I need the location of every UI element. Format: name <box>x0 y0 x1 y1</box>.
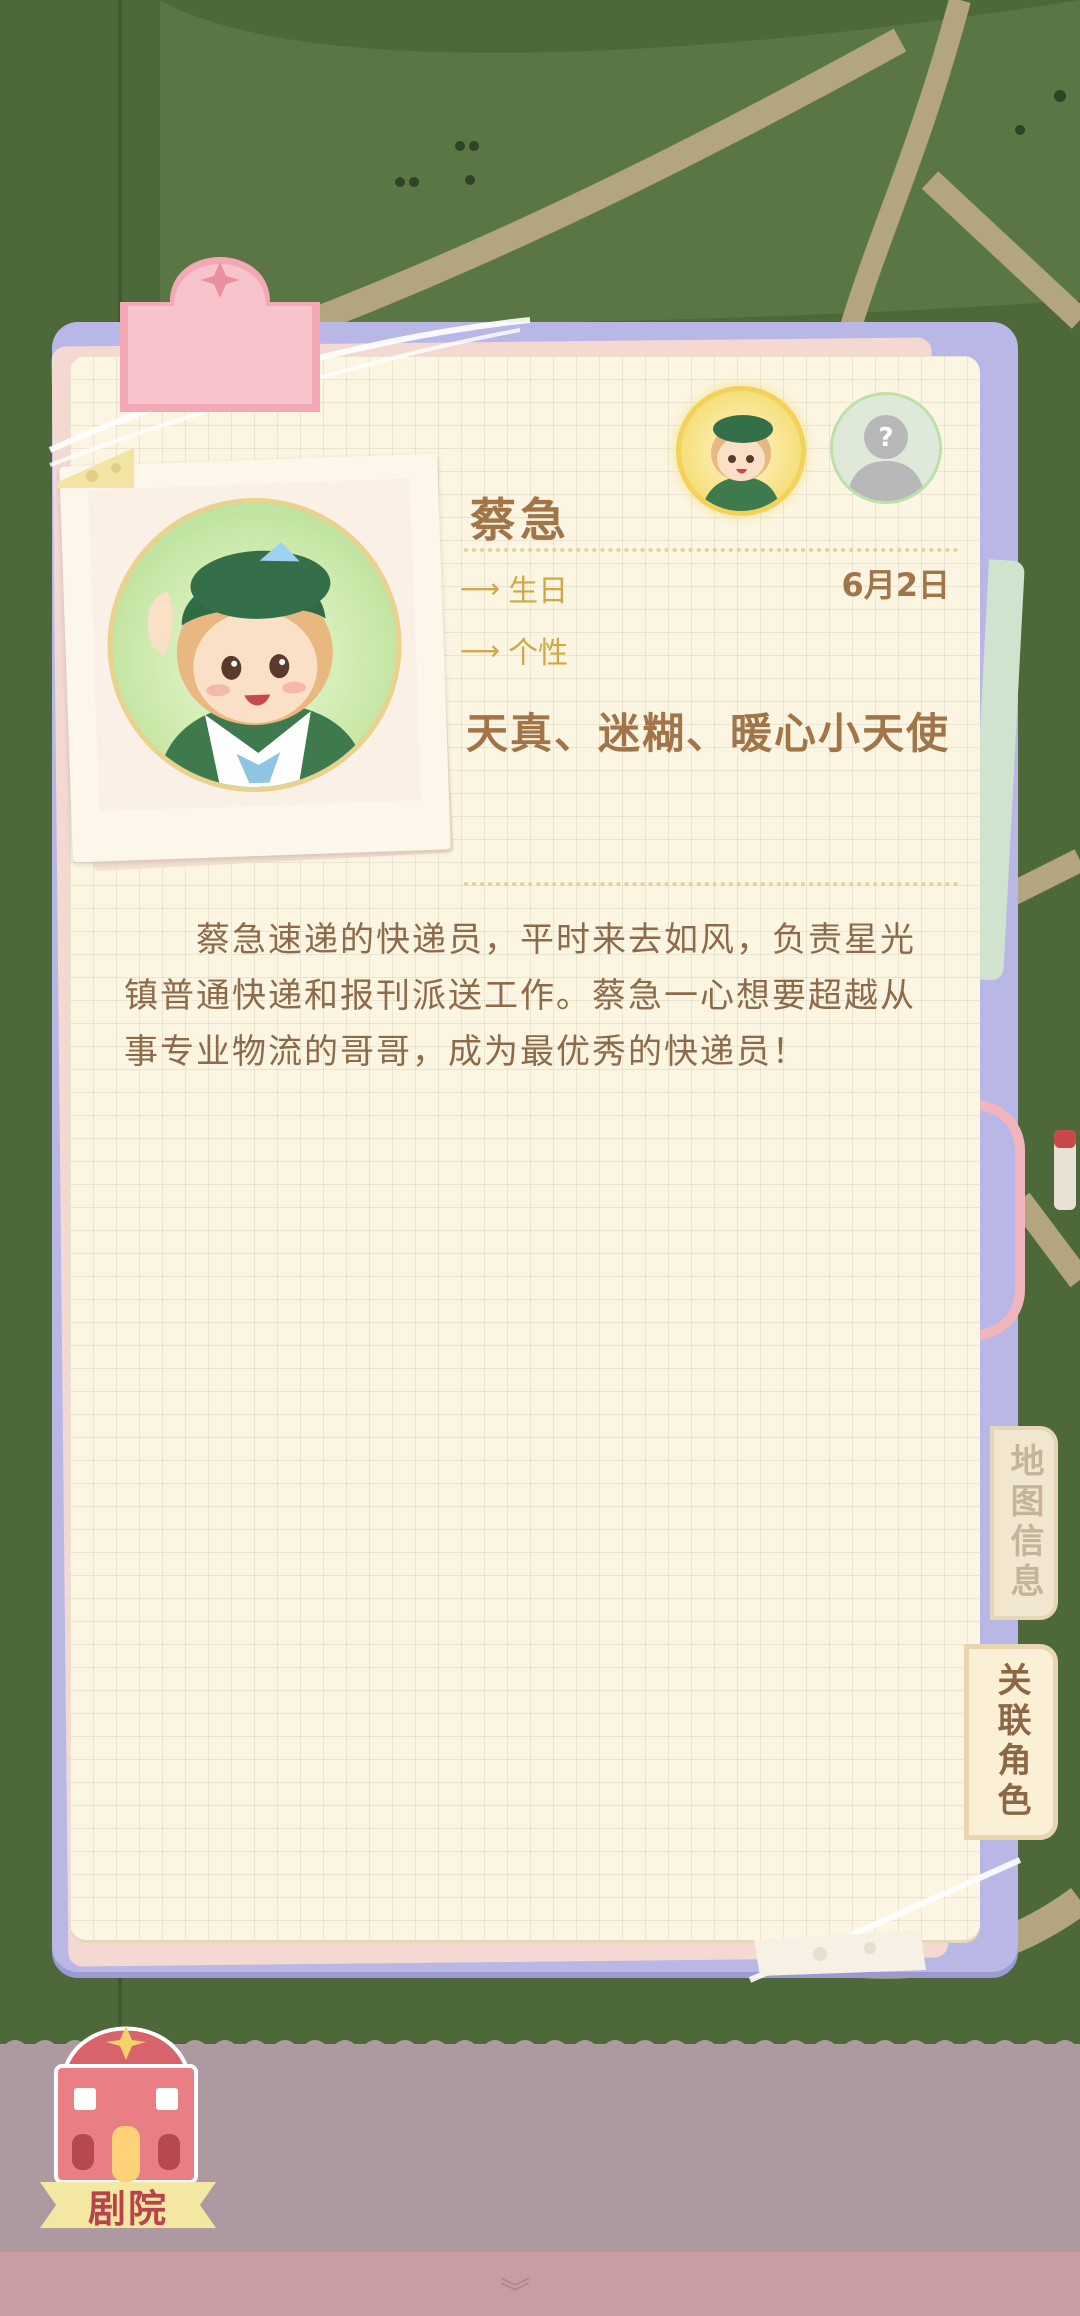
chevron-down-icon[interactable]: ︾ <box>500 2268 530 2312</box>
related-avatar-selected[interactable] <box>676 386 806 516</box>
cheese-sticker <box>58 448 134 488</box>
character-description: 蔡急速递的快递员，平时来去如风，负责星光镇普通快递和报刊派送工作。蔡急一心想要超… <box>124 920 916 1072</box>
character-portrait <box>102 492 407 798</box>
divider-dotted <box>464 882 958 886</box>
tab-related-characters[interactable]: 关联角色 <box>964 1644 1058 1840</box>
divider-dotted <box>464 548 958 552</box>
cheese-tag <box>754 1930 926 1976</box>
related-avatar-locked[interactable]: ? <box>830 392 942 504</box>
tab-map-info[interactable]: 地图信息 <box>990 1426 1058 1620</box>
bottom-strip <box>0 2252 1080 2316</box>
theater-building-icon[interactable] <box>46 2006 206 2186</box>
personality-label: 个性 <box>508 636 569 671</box>
notebook-clip <box>120 257 320 412</box>
birthday-field: ⟶ 生日 <box>460 566 568 610</box>
personality-traits: 天真、迷糊、暖心小天使 <box>466 709 951 758</box>
arrow-icon: ⟶ <box>460 633 501 667</box>
birthday-value: 6月2日 <box>841 566 950 604</box>
personality-field: ⟶ 个性 <box>460 628 568 672</box>
character-portrait-card <box>59 453 451 863</box>
nav-theater-label[interactable]: 剧院 <box>40 2176 216 2234</box>
birthday-label: 生日 <box>508 574 569 609</box>
character-name: 蔡急 <box>470 493 570 547</box>
svg-text:?: ? <box>878 423 893 453</box>
notebook-ribbon <box>975 1100 1025 1340</box>
arrow-icon: ⟶ <box>460 571 501 605</box>
